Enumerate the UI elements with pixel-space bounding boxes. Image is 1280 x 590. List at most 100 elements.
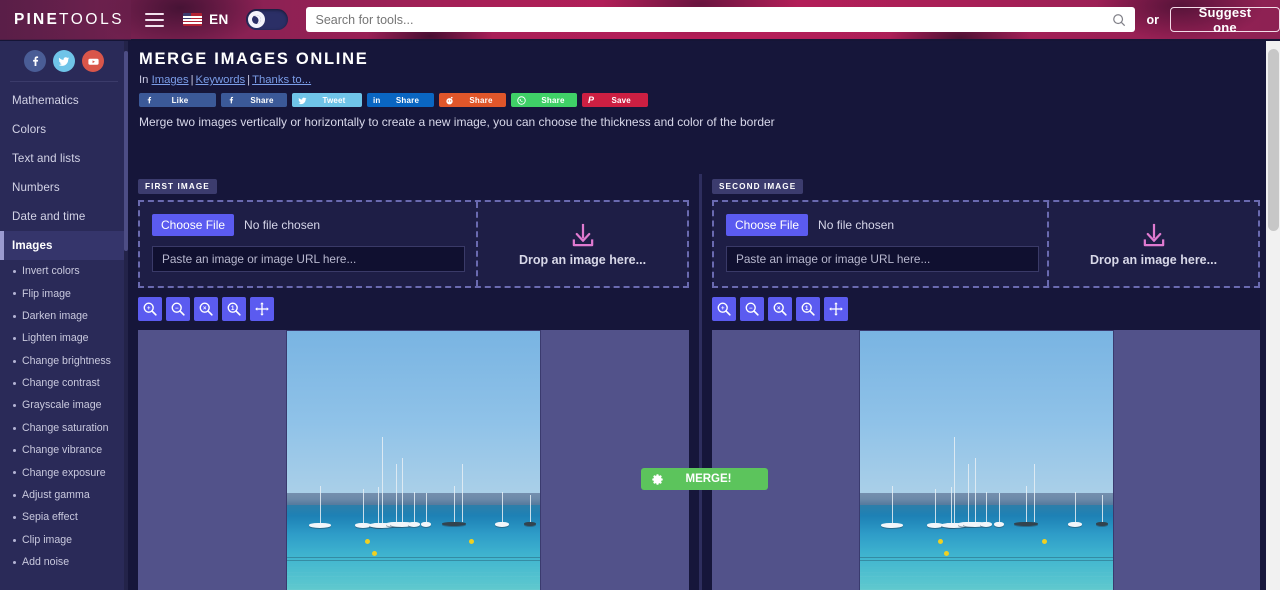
zoom-reset-button[interactable]: × xyxy=(194,297,218,321)
zoom-reset-button[interactable]: × xyxy=(768,297,792,321)
sailboat-hull xyxy=(495,521,510,527)
zoom-actual-size-button[interactable]: 1 xyxy=(222,297,246,321)
zoom-toolbar: + − × 1 xyxy=(712,297,1260,321)
sidebar-categories: Mathematics Colors Text and lists Numbers Da… xyxy=(0,82,128,260)
sailboat-hull xyxy=(308,523,331,529)
image-url-input[interactable] xyxy=(726,246,1039,272)
pan-move-button[interactable] xyxy=(824,297,848,321)
sidebar-tool-change-vibrance[interactable]: Change vibrance xyxy=(0,439,128,461)
sidebar-tool-flip-image[interactable]: Flip image xyxy=(0,282,128,304)
file-row: Choose File No file chosen xyxy=(152,214,476,236)
search-input[interactable] xyxy=(315,12,1113,27)
sailboat-hull xyxy=(421,521,432,527)
zoom-in-button[interactable]: + xyxy=(138,297,162,321)
sidebar-tool-change-exposure[interactable]: Change exposure xyxy=(0,461,128,483)
merge-button[interactable]: MERGE! xyxy=(640,468,768,490)
share-buttons-row: Like Share Tweet in Share Share Share P Save xyxy=(139,93,1280,107)
dropzone[interactable]: Choose File No file chosen Drop an image h… xyxy=(712,200,1260,288)
sidebar-scrollbar-thumb[interactable] xyxy=(124,51,128,251)
sailboat-mast xyxy=(892,485,894,524)
image-canvas[interactable] xyxy=(712,330,1260,590)
water-ripple xyxy=(860,584,1113,585)
sidebar-scrollbar-track[interactable] xyxy=(124,41,128,590)
twitter-icon[interactable] xyxy=(53,50,75,72)
sidebar-tool-lighten-image[interactable]: Lighten image xyxy=(0,327,128,349)
zoom-out-button[interactable]: − xyxy=(740,297,764,321)
sidebar-item-date-and-time[interactable]: Date and time xyxy=(0,202,128,231)
download-arrow-icon xyxy=(1143,223,1164,246)
sailboat-hull xyxy=(441,521,466,526)
sidebar-tool-change-contrast[interactable]: Change contrast xyxy=(0,372,128,394)
youtube-icon[interactable] xyxy=(82,50,104,72)
sailboat-mast xyxy=(998,493,1000,522)
search-box[interactable] xyxy=(306,7,1136,32)
sidebar-item-colors[interactable]: Colors xyxy=(0,115,128,144)
zoom-actual-size-button[interactable]: 1 xyxy=(796,297,820,321)
first-image-panel: FIRST IMAGE Choose File No file chosen Drop… xyxy=(128,174,699,590)
flag-stripe xyxy=(183,22,203,24)
facebook-share-button[interactable]: Share xyxy=(221,93,287,107)
flag-stripe xyxy=(183,19,203,21)
suggest-one-button[interactable]: Suggest one xyxy=(1169,5,1280,35)
sidebar-tool-change-saturation[interactable]: Change saturation xyxy=(0,417,128,439)
sidebar-tool-grayscale-image[interactable]: Grayscale image xyxy=(0,394,128,416)
sidebar-tool-sepia-effect[interactable]: Sepia effect xyxy=(0,506,128,528)
whatsapp-share-button[interactable]: Share xyxy=(511,93,577,107)
logo-light-text: TOOLS xyxy=(58,10,125,28)
sailboat-hull xyxy=(523,521,536,526)
sidebar-tool-change-brightness[interactable]: Change brightness xyxy=(0,350,128,372)
page-scrollbar-thumb[interactable] xyxy=(1268,49,1279,231)
site-logo[interactable]: PINE TOOLS xyxy=(0,0,131,40)
sidebar-tool-adjust-gamma[interactable]: Adjust gamma xyxy=(0,484,128,506)
sidebar-item-numbers[interactable]: Numbers xyxy=(0,173,128,202)
sailboat-mast xyxy=(529,494,531,522)
twitter-tweet-button[interactable]: Tweet xyxy=(292,93,362,107)
zoom-out-button[interactable]: − xyxy=(166,297,190,321)
breadcrumb-link-thanks[interactable]: Thanks to... xyxy=(252,74,311,86)
svg-text:+: + xyxy=(147,306,151,312)
pan-move-button[interactable] xyxy=(250,297,274,321)
linkedin-share-button[interactable]: in Share xyxy=(367,93,434,107)
flag-stripe xyxy=(183,16,203,18)
share-button-label: Tweet xyxy=(322,95,346,105)
svg-text:−: − xyxy=(175,306,179,312)
sidebar: Mathematics Colors Text and lists Numbers Da… xyxy=(0,41,128,590)
hamburger-icon[interactable] xyxy=(144,12,165,27)
sidebar-item-images[interactable]: Images xyxy=(0,231,128,260)
zoom-in-button[interactable]: + xyxy=(712,297,736,321)
or-label: or xyxy=(1146,12,1159,27)
image-url-input[interactable] xyxy=(152,246,465,272)
reddit-share-button[interactable]: Share xyxy=(439,93,506,107)
language-selector[interactable]: EN xyxy=(183,12,229,27)
page-header: MERGE IMAGES ONLINE In Images | Keywords | T… xyxy=(128,41,1280,129)
svg-text:×: × xyxy=(777,306,781,312)
second-image-panel: SECOND IMAGE Choose File No file chosen Dro… xyxy=(699,174,1270,590)
reddit-icon xyxy=(445,96,454,105)
image-canvas[interactable] xyxy=(138,330,689,590)
sidebar-tool-darken-image[interactable]: Darken image xyxy=(0,305,128,327)
breadcrumb-link-images[interactable]: Images xyxy=(152,74,189,86)
hamburger-bar xyxy=(144,24,165,27)
facebook-like-button[interactable]: Like xyxy=(139,93,216,107)
sidebar-tool-clip-image[interactable]: Clip image xyxy=(0,529,128,551)
image-preview[interactable] xyxy=(858,330,1114,590)
sidebar-tool-invert-colors[interactable]: Invert colors xyxy=(0,260,128,282)
sidebar-tool-add-noise[interactable]: Add noise xyxy=(0,551,128,573)
image-preview[interactable] xyxy=(286,330,541,590)
choose-file-button[interactable]: Choose File xyxy=(726,214,809,236)
drop-area[interactable]: Drop an image here... xyxy=(476,202,687,286)
dropzone[interactable]: Choose File No file chosen Drop an image h… xyxy=(138,200,689,288)
buoy-marker xyxy=(469,538,475,544)
search-icon[interactable] xyxy=(1112,13,1126,27)
dark-mode-toggle[interactable] xyxy=(245,9,289,30)
sidebar-item-text-and-lists[interactable]: Text and lists xyxy=(0,144,128,173)
facebook-icon[interactable] xyxy=(24,50,46,72)
buoy-marker xyxy=(944,550,950,556)
drop-text-label: Drop an image here... xyxy=(1089,252,1218,267)
pinterest-save-button[interactable]: P Save xyxy=(582,93,648,107)
choose-file-button[interactable]: Choose File xyxy=(152,214,235,236)
breadcrumb-link-keywords[interactable]: Keywords xyxy=(196,74,246,86)
water-ripple xyxy=(860,572,1113,573)
sidebar-item-mathematics[interactable]: Mathematics xyxy=(0,86,128,115)
drop-area[interactable]: Drop an image here... xyxy=(1047,202,1258,286)
